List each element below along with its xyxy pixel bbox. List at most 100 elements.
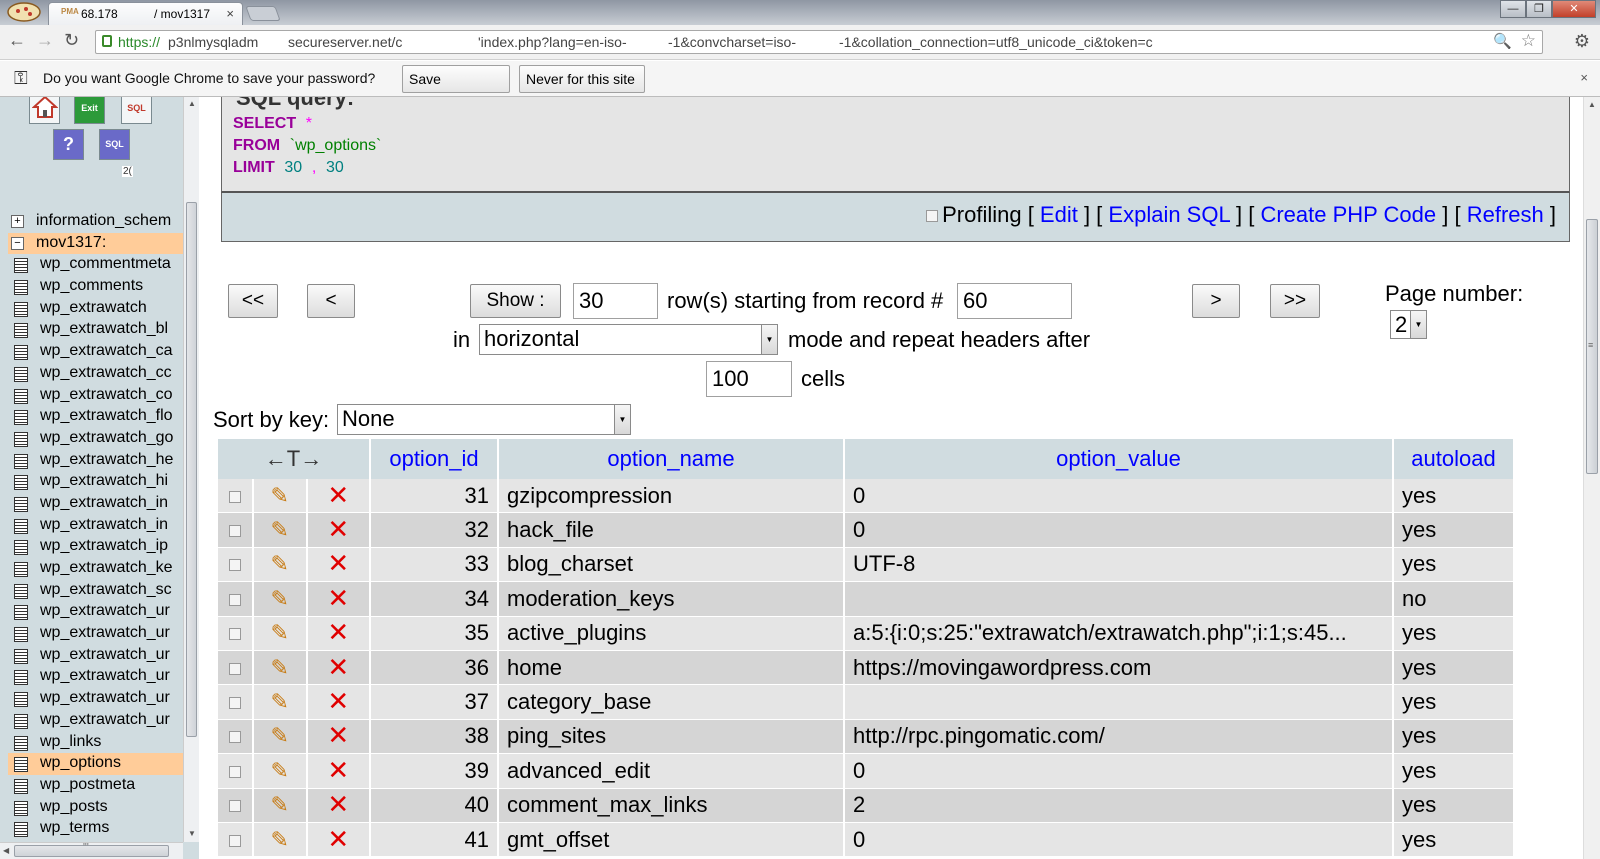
edit-pencil-icon[interactable]: ✎ [270, 483, 288, 509]
sidebar-table-item[interactable]: wp_extrawatch_ur [8, 666, 185, 688]
previous-page-button[interactable]: < [307, 284, 355, 318]
infobar-close-icon[interactable]: × [1580, 70, 1588, 85]
sidebar-table-item[interactable]: wp_extrawatch_he [8, 450, 185, 472]
sidebar-table-label[interactable]: wp_extrawatch_flo [40, 407, 173, 425]
sidebar-table-label[interactable]: wp_extrawatch_ur [40, 711, 170, 729]
database-label[interactable]: information_schem [36, 212, 171, 230]
bookmark-star-icon[interactable]: ☆ [1521, 31, 1536, 51]
scroll-down-icon[interactable]: ▼ [188, 829, 196, 838]
table-icon[interactable] [14, 475, 28, 491]
sidebar-table-item[interactable]: wp_extrawatch_ur [8, 645, 185, 667]
column-arrows-icon[interactable]: ←T→ [218, 439, 369, 479]
row-checkbox[interactable] [228, 731, 241, 744]
sidebar-table-item[interactable]: wp_extrawatch_go [8, 428, 185, 450]
sidebar-table-label[interactable]: wp_extrawatch_sc [40, 581, 172, 599]
refresh-link[interactable]: Refresh [1467, 202, 1544, 227]
sidebar-table-label[interactable]: wp_extrawatch_hi [40, 472, 168, 490]
sidebar-table-label[interactable]: wp_posts [40, 798, 108, 816]
sidebar-table-item[interactable]: wp_extrawatch_cc [8, 363, 185, 385]
back-arrow-icon[interactable]: ← [8, 30, 26, 51]
collapse-icon[interactable]: − [11, 236, 24, 250]
delete-icon[interactable]: ✕ [327, 722, 349, 748]
zoom-icon[interactable]: 🔍 [1493, 32, 1512, 50]
sidebar-table-item[interactable]: wp_extrawatch_in [8, 493, 185, 515]
table-icon[interactable] [14, 800, 28, 816]
sidebar-table-item[interactable]: wp_comments [8, 276, 185, 298]
sidebar-table-item[interactable]: wp_postmeta [8, 775, 185, 797]
sidebar-table-item[interactable]: wp_extrawatch_bl [8, 319, 185, 341]
help-icon[interactable]: ? [53, 129, 84, 160]
table-icon[interactable] [14, 605, 28, 621]
sidebar-table-label[interactable]: wp_extrawatch_bl [40, 320, 168, 338]
table-icon[interactable] [14, 388, 28, 404]
delete-icon[interactable]: ✕ [327, 585, 349, 611]
first-page-button[interactable]: << [228, 284, 278, 318]
sidebar-table-label[interactable]: wp_commentmeta [40, 255, 171, 273]
sidebar-table-item[interactable]: wp_links [8, 732, 185, 754]
sidebar-scroll-thumb[interactable] [186, 202, 197, 737]
table-icon[interactable] [14, 692, 28, 708]
table-icon[interactable] [14, 735, 28, 751]
column-header-option-value[interactable]: option_value [845, 439, 1392, 479]
sidebar-table-label[interactable]: wp_extrawatch_co [40, 386, 173, 404]
page-number-select[interactable]: 2 ▼ [1390, 310, 1427, 339]
sidebar-table-label[interactable]: wp_extrawatch_he [40, 451, 173, 469]
edit-pencil-icon[interactable]: ✎ [270, 758, 288, 784]
main-scrollbar[interactable]: ▲ ≡ [1583, 97, 1600, 859]
sidebar-table-item[interactable]: wp_extrawatch_ur [8, 688, 185, 710]
sidebar-table-label[interactable]: wp_extrawatch_cc [40, 364, 172, 382]
sidebar-table-label[interactable]: wp_extrawatch_ur [40, 667, 170, 685]
delete-icon[interactable]: ✕ [327, 688, 349, 714]
edit-pencil-icon[interactable]: ✎ [270, 586, 288, 612]
table-icon[interactable] [14, 648, 28, 664]
edit-pencil-icon[interactable]: ✎ [270, 620, 288, 646]
delete-icon[interactable]: ✕ [327, 619, 349, 645]
edit-pencil-icon[interactable]: ✎ [270, 551, 288, 577]
table-icon[interactable] [14, 583, 28, 599]
sidebar-table-item[interactable]: wp_extrawatch_in [8, 515, 185, 537]
sidebar-table-item[interactable]: wp_extrawatch_hi [8, 471, 185, 493]
column-header-option-id[interactable]: option_id [371, 439, 497, 479]
reload-icon[interactable]: ↻ [64, 30, 79, 51]
forward-arrow-icon[interactable]: → [36, 30, 54, 51]
delete-icon[interactable]: ✕ [327, 550, 349, 576]
row-checkbox[interactable] [228, 628, 241, 641]
minimize-button[interactable]: — [1500, 0, 1526, 18]
edit-pencil-icon[interactable]: ✎ [270, 792, 288, 818]
wrench-menu-icon[interactable]: ⚙ [1574, 31, 1590, 52]
sidebar-table-item[interactable]: wp_extrawatch [8, 298, 185, 320]
table-icon[interactable] [14, 627, 28, 643]
table-icon[interactable] [14, 323, 28, 339]
close-window-button[interactable]: ✕ [1552, 0, 1596, 18]
edit-pencil-icon[interactable]: ✎ [270, 689, 288, 715]
delete-icon[interactable]: ✕ [327, 482, 349, 508]
row-checkbox[interactable] [228, 800, 241, 813]
maximize-button[interactable]: ❐ [1526, 0, 1552, 18]
sidebar-table-item[interactable]: wp_extrawatch_ip [8, 536, 185, 558]
explain-sql-link[interactable]: Explain SQL [1108, 202, 1229, 227]
sidebar-table-label[interactable]: wp_extrawatch_go [40, 429, 173, 447]
delete-icon[interactable]: ✕ [327, 516, 349, 542]
sidebar-table-label[interactable]: wp_links [40, 733, 101, 751]
show-button[interactable]: Show : [470, 284, 561, 318]
sidebar-table-item[interactable]: wp_commentmeta [8, 254, 185, 276]
scroll-left-icon[interactable]: ◀ [3, 846, 9, 855]
table-icon[interactable] [14, 345, 28, 361]
sql-icon[interactable]: SQL [121, 97, 152, 124]
sidebar-table-item[interactable]: wp_extrawatch_ur [8, 601, 185, 623]
browser-tab[interactable]: PMA 68.178 / mov1317 × [48, 2, 243, 25]
delete-icon[interactable]: ✕ [327, 757, 349, 783]
sql-query-window-icon[interactable]: SQL [99, 129, 130, 160]
table-icon[interactable] [14, 301, 28, 317]
table-icon[interactable] [14, 562, 28, 577]
start-record-input[interactable]: 60 [957, 283, 1072, 319]
sidebar-table-label[interactable]: wp_terms [40, 819, 109, 837]
table-icon[interactable] [14, 822, 28, 838]
sidebar-table-label[interactable]: wp_extrawatch_ke [40, 559, 173, 577]
save-password-button[interactable]: Save password [402, 65, 510, 113]
create-php-code-link[interactable]: Create PHP Code [1260, 202, 1436, 227]
database-item-active[interactable]: − mov1317: [8, 232, 185, 255]
expand-icon[interactable]: + [11, 215, 24, 228]
table-icon[interactable] [14, 431, 28, 447]
table-icon[interactable] [14, 540, 28, 556]
